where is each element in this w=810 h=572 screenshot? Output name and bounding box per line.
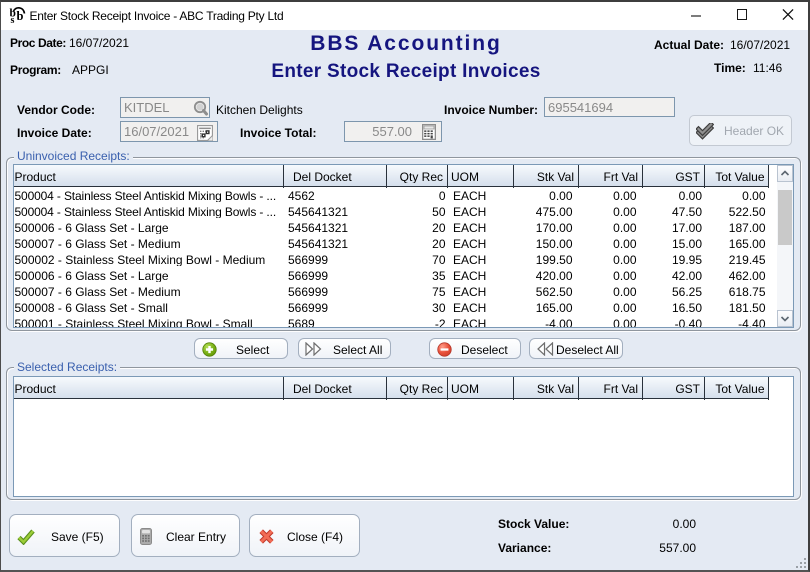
svg-text:s: s [11,15,15,24]
svg-text:b: b [17,9,24,23]
